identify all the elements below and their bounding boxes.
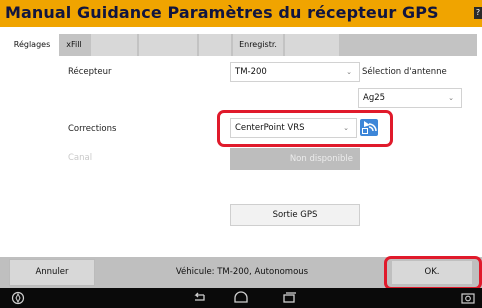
chevron-down-icon: ⌄ xyxy=(346,68,352,76)
tab-7[interactable] xyxy=(285,34,339,56)
channel-value: Non disponible xyxy=(289,154,353,164)
system-nav-bar xyxy=(0,288,482,308)
help-icon[interactable]: ? xyxy=(474,7,482,19)
receiver-label: Récepteur xyxy=(68,67,112,77)
back-icon[interactable] xyxy=(190,290,208,306)
title-bar: Manual Guidance Paramètres du récepteur … xyxy=(0,0,482,27)
home-icon[interactable] xyxy=(232,290,250,306)
tab-4[interactable] xyxy=(139,34,197,56)
tab-reglages-label: Réglages xyxy=(13,40,51,49)
tab-xfill[interactable]: xFill xyxy=(59,34,89,56)
gps-output-button[interactable]: Sortie GPS xyxy=(230,204,360,226)
recent-apps-icon[interactable] xyxy=(280,290,298,306)
chevron-down-icon: ⌄ xyxy=(448,94,454,102)
receiver-value: TM-200 xyxy=(235,67,267,77)
corrections-highlight xyxy=(217,110,393,147)
tab-bar: Réglages xFill Enregistr. xyxy=(5,34,477,56)
antenna-value: Ag25 xyxy=(363,93,386,103)
antenna-select[interactable]: Ag25 ⌄ xyxy=(358,88,462,108)
compass-icon[interactable] xyxy=(10,290,26,306)
vehicle-status: Véhicule: TM-200, Autonomous xyxy=(175,267,309,277)
app-window: Manual Guidance Paramètres du récepteur … xyxy=(0,0,482,308)
channel-label: Canal xyxy=(68,153,93,163)
cancel-label: Annuler xyxy=(35,267,69,277)
receiver-select[interactable]: TM-200 ⌄ xyxy=(230,62,360,82)
cancel-button[interactable]: Annuler xyxy=(9,259,95,286)
tab-xfill-label: xFill xyxy=(66,40,82,49)
gps-output-label: Sortie GPS xyxy=(272,210,318,220)
tab-5[interactable] xyxy=(199,34,231,56)
corrections-label: Corrections xyxy=(68,124,117,134)
window-title: Manual Guidance Paramètres du récepteur … xyxy=(5,3,439,22)
antenna-label: Sélection d'antenne xyxy=(362,67,447,77)
tab-enregistr-label: Enregistr. xyxy=(239,40,277,49)
tab-reglages[interactable]: Réglages xyxy=(5,34,59,56)
ok-highlight xyxy=(384,256,482,290)
tab-enregistr[interactable]: Enregistr. xyxy=(233,34,283,56)
settings-panel: Récepteur TM-200 ⌄ Sélection d'antenne A… xyxy=(5,56,477,247)
tab-3[interactable] xyxy=(91,34,137,56)
screenshot-icon[interactable] xyxy=(460,290,476,306)
channel-field: Non disponible xyxy=(230,148,360,170)
